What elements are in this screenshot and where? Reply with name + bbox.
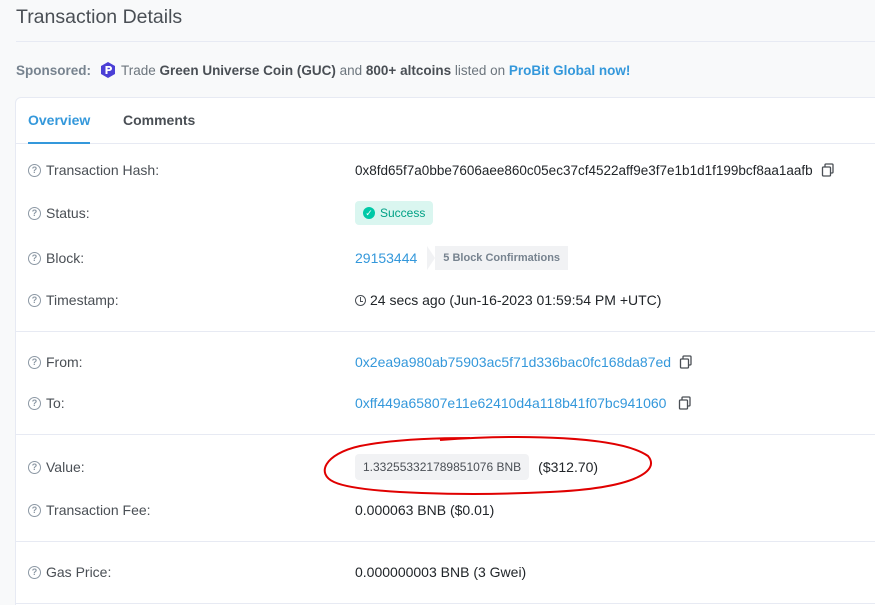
help-icon[interactable]: ? [28, 460, 41, 474]
value-label: Value: [46, 459, 85, 475]
row-transaction-fee: ? Transaction Fee: 0.000063 BNB ($0.01) [16, 497, 875, 523]
sponsored-altcoins: 800+ altcoins [365, 62, 452, 78]
help-icon[interactable]: ? [28, 355, 41, 369]
value-amount-badge: 1.332553321789851076 BNB [355, 454, 530, 480]
sponsored-banner: Sponsored: Trade Green Universe Coin (GU… [16, 61, 630, 79]
status-label: Status: [46, 205, 90, 221]
title-divider [16, 41, 875, 42]
section-divider [16, 331, 875, 332]
sponsored-label: Sponsored: [16, 62, 92, 78]
row-gas-price: ? Gas Price: 0.000000003 BNB (3 Gwei) [16, 559, 875, 585]
tab-overview[interactable]: Overview [28, 98, 91, 144]
section-divider [16, 603, 875, 604]
gas-price-label: Gas Price: [46, 564, 112, 580]
check-circle-icon: ✓ [363, 207, 375, 219]
sponsored-and-text: and [339, 62, 363, 78]
copy-icon[interactable] [679, 355, 693, 369]
section-divider [16, 541, 875, 542]
tab-comments[interactable]: Comments [123, 98, 195, 144]
from-address-link[interactable]: 0x2ea9a980ab75903ac5f71d336bac0fc168da87… [355, 354, 671, 370]
sponsored-coin: Green Universe Coin (GUC) [159, 62, 336, 78]
timestamp-value: 24 secs ago (Jun-16-2023 01:59:54 PM +UT… [370, 292, 662, 308]
tab-bar: Overview Comments [16, 98, 875, 144]
page-title: Transaction Details [16, 6, 183, 28]
row-to: ? To: 0xff449a65807e11e62410d4a118b41f07b… [16, 390, 875, 416]
row-transaction-hash: ? Transaction Hash: 0x8fd65f7a0bbe7606aee… [16, 157, 875, 183]
from-label: From: [46, 354, 83, 370]
sponsored-trade-text: Trade [121, 62, 156, 78]
row-from: ? From: 0x2ea9a980ab75903ac5f71d336bac0fc… [16, 349, 875, 375]
help-icon[interactable]: ? [28, 163, 41, 177]
help-icon[interactable]: ? [28, 206, 41, 220]
section-divider [16, 434, 875, 435]
copy-icon[interactable] [678, 396, 692, 410]
to-label: To: [46, 395, 65, 411]
row-status: ? Status: ✓ Success [16, 200, 875, 226]
status-badge: ✓ Success [355, 201, 434, 225]
tx-hash-value: 0x8fd65f7a0bbe7606aee860c05ec37cf4522aff… [355, 162, 813, 178]
value-usd: ($312.70) [538, 459, 599, 475]
help-icon[interactable]: ? [28, 396, 41, 410]
timestamp-label: Timestamp: [46, 292, 119, 308]
copy-icon[interactable] [821, 163, 835, 177]
help-icon[interactable]: ? [28, 565, 41, 579]
tx-hash-label: Transaction Hash: [46, 162, 160, 178]
row-value: ? Value: 1.332553321789851076 BNB ($312.7… [16, 454, 875, 480]
row-timestamp: ? Timestamp: 24 secs ago (Jun-16-2023 01:… [16, 287, 875, 313]
clock-icon [355, 294, 366, 306]
row-block: ? Block: 29153444 5 Block Confirmations [16, 245, 875, 271]
transaction-card: Overview Comments ? Transaction Hash: 0x8… [15, 97, 875, 605]
gas-price-value: 0.000000003 BNB (3 Gwei) [355, 564, 527, 580]
block-confirmations-badge: 5 Block Confirmations [427, 246, 569, 270]
block-number-link[interactable]: 29153444 [355, 250, 417, 266]
to-address-link[interactable]: 0xff449a65807e11e62410d4a118b41f07bc9410… [355, 395, 666, 411]
fee-value: 0.000063 BNB ($0.01) [355, 502, 495, 518]
help-icon[interactable]: ? [28, 503, 41, 517]
fee-label: Transaction Fee: [46, 502, 151, 518]
sponsored-listed-text: listed on [454, 62, 506, 78]
help-icon[interactable]: ? [28, 293, 41, 307]
sponsored-link[interactable]: ProBit Global now! [509, 63, 631, 78]
probit-logo-icon [101, 62, 116, 78]
block-label: Block: [46, 250, 85, 266]
status-value: Success [380, 206, 426, 220]
help-icon[interactable]: ? [28, 251, 41, 265]
